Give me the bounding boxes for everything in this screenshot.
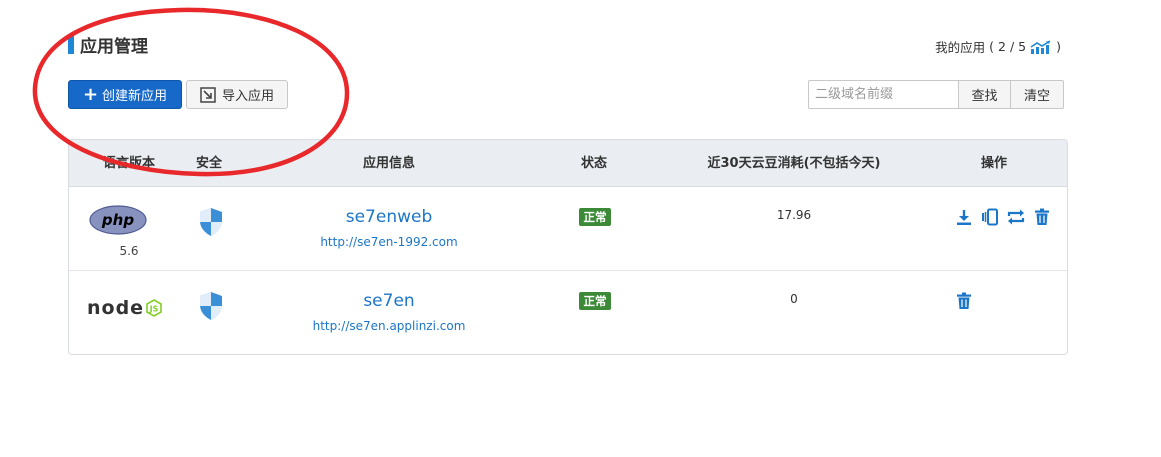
trash-icon[interactable] (954, 292, 974, 310)
create-app-button[interactable]: + 创建新应用 (68, 80, 182, 109)
quota-open-paren: ( (989, 39, 995, 54)
trash-icon[interactable] (1032, 208, 1052, 226)
column-header-security: 安全 (195, 156, 222, 171)
download-icon[interactable] (954, 208, 974, 226)
app-url-link[interactable]: http://se7en-1992.com (249, 235, 529, 249)
svg-text:JS: JS (149, 305, 159, 314)
sync-icon[interactable] (1006, 208, 1026, 226)
language-version: 5.6 (119, 244, 139, 258)
php-logo: php (89, 205, 147, 235)
status-badge: 正常 (579, 208, 611, 226)
app-name-link[interactable]: se7en (249, 291, 529, 311)
table-row: php 5.6 se7enweb http://se7en-1992.com 正… (69, 187, 1067, 271)
chart-up-icon (1030, 39, 1051, 54)
usage-value: 0 (790, 292, 798, 306)
usage-value: 17.96 (776, 208, 812, 222)
page-title: 应用管理 (68, 33, 148, 57)
find-button[interactable]: 查找 (958, 80, 1011, 109)
app-name-link[interactable]: se7enweb (249, 207, 529, 227)
shield-icon (200, 292, 222, 320)
app-url-link[interactable]: http://se7en.applinzi.com (249, 319, 529, 333)
import-app-button[interactable]: 导入应用 (186, 80, 288, 109)
plus-icon: + (82, 83, 99, 105)
table-header: 语言版本 安全 应用信息 状态 近30天云豆消耗(不包括今天) 操作 (69, 140, 1067, 187)
row-actions (954, 292, 974, 310)
quota-close-paren: ) (1056, 39, 1061, 54)
title-accent-bar (68, 34, 74, 54)
table-row: node JS se7en http://se7en.applinzi.com … (69, 271, 1067, 354)
svg-text:php: php (101, 211, 134, 229)
quota-label: 我的应用 (935, 40, 986, 55)
create-app-label: 创建新应用 (102, 89, 168, 104)
shield-icon (200, 208, 222, 236)
svg-text:node: node (87, 297, 144, 319)
status-badge: 正常 (579, 292, 611, 310)
column-header-app-info: 应用信息 (362, 156, 415, 171)
column-header-status: 状态 (580, 156, 607, 171)
column-header-usage: 近30天云豆消耗(不包括今天) (707, 156, 881, 171)
import-icon (200, 86, 216, 103)
row-actions (954, 208, 1052, 226)
clear-button[interactable]: 清空 (1010, 80, 1064, 109)
import-app-label: 导入应用 (221, 89, 274, 104)
column-header-language: 语言版本 (102, 156, 155, 171)
app-table: 语言版本 安全 应用信息 状态 近30天云豆消耗(不包括今天) 操作 php 5… (68, 139, 1068, 355)
subdomain-search-input[interactable] (808, 80, 959, 109)
column-header-actions: 操作 (980, 156, 1007, 171)
nodejs-logo: node JS (87, 297, 162, 319)
mobile-icon[interactable] (980, 208, 1000, 226)
page-title-text: 应用管理 (80, 36, 148, 57)
app-quota: 我的应用 ( 2 / 5 ) (935, 37, 1065, 56)
quota-value: 2 / 5 (998, 39, 1027, 54)
